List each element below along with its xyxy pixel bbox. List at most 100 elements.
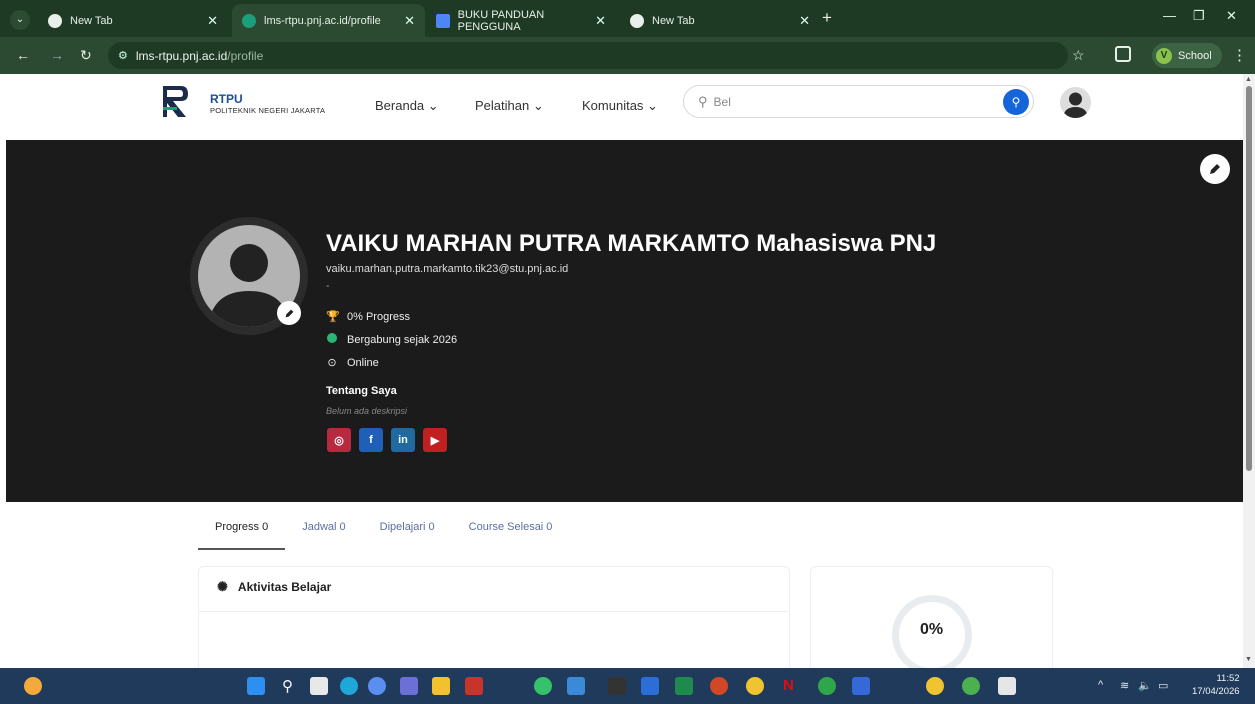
tab-dipelajari[interactable]: Dipelajari 0 [363, 520, 452, 550]
user-avatar[interactable] [1060, 87, 1091, 118]
search-input[interactable]: ⚲ Bel [683, 85, 1034, 118]
close-icon[interactable]: ✕ [207, 13, 218, 29]
pencil-icon [285, 309, 293, 317]
tab-title: New Tab [70, 14, 113, 27]
scroll-down-icon[interactable]: ▼ [1245, 656, 1252, 663]
docs-icon [436, 13, 450, 28]
activity-card: ✺ Aktivitas Belajar [198, 566, 790, 668]
profile-button[interactable]: V School [1152, 43, 1222, 68]
facebook-icon[interactable]: f [359, 428, 383, 452]
word-icon[interactable] [641, 677, 659, 695]
extensions-icon[interactable] [1115, 46, 1131, 62]
file-explorer-icon[interactable] [432, 677, 450, 695]
search-value: Bel [713, 94, 731, 109]
task-view-icon[interactable] [310, 677, 328, 695]
tray-overflow-icon[interactable]: ^ [1098, 679, 1103, 691]
site-navbar: RTPU POLITEKNIK NEGERI JAKARTA Beranda ⌄… [0, 74, 1243, 132]
nav-beranda[interactable]: Beranda ⌄ [375, 98, 439, 114]
close-icon[interactable]: ✕ [595, 13, 606, 29]
excel-icon[interactable] [675, 677, 693, 695]
weather-icon[interactable] [24, 677, 42, 695]
netflix-icon[interactable]: N [783, 677, 801, 695]
page-scrollbar[interactable]: ▲ ▼ [1243, 74, 1255, 668]
app-icon[interactable] [998, 677, 1016, 695]
restore-button[interactable]: ❐ [1193, 8, 1205, 24]
whatsapp-icon[interactable] [534, 677, 552, 695]
back-button[interactable]: ← [16, 47, 30, 63]
tab-title: lms-rtpu.pnj.ac.id/profile [264, 14, 381, 27]
epic-games-icon[interactable] [608, 677, 626, 695]
tab-course-selesai[interactable]: Course Selesai 0 [452, 520, 570, 550]
site-info-icon[interactable]: ⚙ [118, 49, 128, 62]
edit-avatar-button[interactable] [277, 301, 301, 325]
browser-tab-3[interactable]: BUKU PANDUAN PENGGUNA ✕ [426, 4, 616, 37]
logo-subtitle: POLITEKNIK NEGERI JAKARTA [210, 106, 326, 115]
clock-time: 11:52 [1216, 673, 1240, 684]
windows-start-icon[interactable] [247, 677, 265, 695]
close-window-button[interactable]: ✕ [1226, 8, 1237, 24]
volume-icon[interactable]: 🔈 [1138, 679, 1152, 692]
powerpoint-icon[interactable] [710, 677, 728, 695]
browser-tab-1[interactable]: New Tab ✕ [38, 4, 228, 37]
chrome-profile-icon[interactable] [962, 677, 980, 695]
rtpu-logo-icon[interactable] [161, 84, 189, 120]
teams-icon[interactable] [400, 677, 418, 695]
clock-icon: ⊙ [327, 357, 337, 369]
forward-button[interactable]: → [50, 47, 64, 63]
instagram-icon[interactable]: ◎ [327, 428, 351, 452]
app-icon[interactable] [465, 677, 483, 695]
tab-progress[interactable]: Progress 0 [198, 520, 286, 550]
rtpu-favicon-icon [242, 13, 256, 28]
url-host: lms-rtpu.pnj.ac.id [135, 48, 228, 63]
close-icon[interactable]: ✕ [404, 13, 415, 29]
chrome-profile-icon[interactable] [926, 677, 944, 695]
online-text: Online [347, 356, 379, 369]
url-path: /profile [227, 48, 264, 63]
joined-stat: Bergabung sejak 2026 [326, 333, 457, 346]
about-description: Belum ada deskripsi [326, 406, 408, 416]
user-icon [1063, 92, 1088, 118]
green-dot-icon [326, 333, 338, 346]
chrome-icon[interactable] [746, 677, 764, 695]
scrollbar-thumb[interactable] [1246, 86, 1252, 471]
divider [199, 611, 789, 612]
profile-hero: VAIKU MARHAN PUTRA MARKAMTO Mahasiswa PN… [6, 140, 1243, 502]
browser-tabstrip: ⌄ New Tab ✕ lms-rtpu.pnj.ac.id/profile ✕… [0, 0, 1255, 37]
search-icon: ⚲ [698, 93, 708, 109]
tab-jadwal[interactable]: Jadwal 0 [285, 520, 362, 550]
xbox-icon[interactable] [818, 677, 836, 695]
address-bar[interactable]: ⚙ lms-rtpu.pnj.ac.id /profile [108, 42, 1068, 69]
close-icon[interactable]: ✕ [799, 13, 810, 29]
browser-toolbar: ← → ↻ ⚙ lms-rtpu.pnj.ac.id /profile ☆ V … [0, 37, 1255, 74]
progress-text: 0% Progress [347, 310, 410, 323]
chrome-icon [48, 13, 62, 28]
browser-tab-4[interactable]: New Tab ✕ [620, 4, 820, 37]
profile-tabs: Progress 0 Jadwal 0 Dipelajari 0 Course … [198, 520, 569, 550]
trophy-icon: 🏆 [326, 311, 340, 323]
profile-name: VAIKU MARHAN PUTRA MARKAMTO Mahasiswa PN… [326, 230, 937, 257]
youtube-icon[interactable]: ▶ [423, 428, 447, 452]
bookmark-star-icon[interactable]: ☆ [1072, 47, 1085, 64]
new-tab-button[interactable]: + [822, 8, 832, 28]
search-button[interactable]: ⚲ [1003, 89, 1029, 115]
brain-icon: ✺ [217, 579, 228, 594]
battery-icon[interactable]: ▭ [1158, 679, 1168, 692]
nav-pelatihan[interactable]: Pelatihan ⌄ [475, 98, 544, 114]
tab-title: BUKU PANDUAN PENGGUNA [457, 8, 545, 33]
edit-cover-button[interactable] [1200, 154, 1230, 184]
minimize-button[interactable]: — [1163, 8, 1176, 23]
wifi-icon[interactable]: ≋ [1120, 679, 1129, 692]
nav-komunitas[interactable]: Komunitas ⌄ [582, 98, 658, 114]
system-clock[interactable]: 11:52 17/04/2026 [1192, 672, 1240, 698]
edge-icon[interactable] [340, 677, 358, 695]
copilot-icon[interactable] [368, 677, 386, 695]
reload-button[interactable]: ↻ [80, 47, 92, 64]
app-icon[interactable] [852, 677, 870, 695]
linkedin-icon[interactable]: in [391, 428, 415, 452]
browser-menu-icon[interactable]: ⋮ [1232, 46, 1247, 64]
search-icon[interactable]: ⚲ [282, 677, 300, 695]
tab-search-button[interactable]: ⌄ [10, 10, 30, 30]
app-icon[interactable] [567, 677, 585, 695]
scroll-up-icon[interactable]: ▲ [1245, 76, 1252, 83]
browser-tab-2[interactable]: lms-rtpu.pnj.ac.id/profile ✕ [232, 4, 425, 37]
